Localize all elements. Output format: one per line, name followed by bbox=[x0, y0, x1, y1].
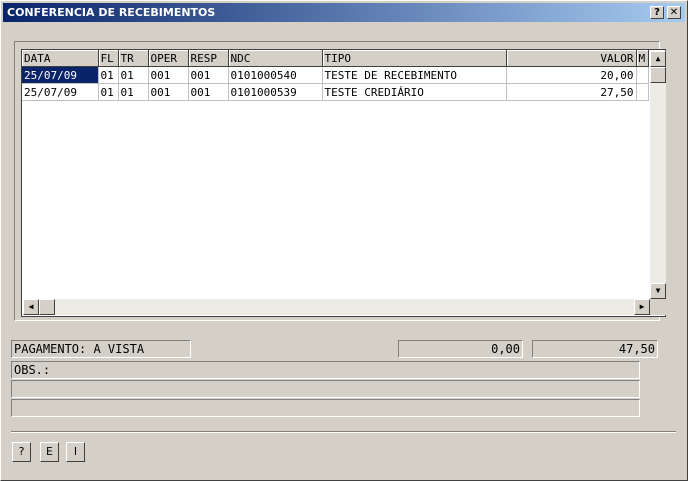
cell-oper[interactable]: 001 bbox=[148, 66, 189, 84]
cell-tipo[interactable]: TESTE CREDIÁRIO bbox=[322, 83, 507, 101]
cell-tr[interactable]: 01 bbox=[118, 66, 149, 84]
cell-m[interactable] bbox=[636, 66, 649, 84]
scroll-left-icon[interactable]: ◀ bbox=[23, 299, 39, 315]
cell-tipo[interactable]: TESTE DE RECEBIMENTO bbox=[322, 66, 507, 84]
cell-fl[interactable]: 01 bbox=[98, 66, 119, 84]
col-header-tr[interactable]: TR bbox=[118, 50, 149, 67]
cell-data[interactable]: 25/07/09 bbox=[22, 83, 99, 101]
obs-line-2[interactable] bbox=[11, 380, 640, 398]
e-button[interactable]: E bbox=[40, 442, 59, 462]
cell-data[interactable]: 25/07/09 bbox=[22, 66, 99, 84]
col-header-fl[interactable]: FL bbox=[98, 50, 119, 67]
grid-header: DATA FL TR OPER RESP NDC TIPO VALOR M bbox=[22, 50, 649, 67]
cell-valor[interactable]: 20,00 bbox=[506, 66, 637, 84]
cell-m[interactable] bbox=[636, 83, 649, 101]
table-row[interactable]: 25/07/09 01 01 001 001 0101000539 TESTE … bbox=[22, 83, 649, 101]
scrollbar-corner bbox=[650, 299, 666, 315]
scroll-up-icon[interactable]: ▲ bbox=[650, 51, 666, 67]
cell-valor[interactable]: 27,50 bbox=[506, 83, 637, 101]
horizontal-scrollbar[interactable]: ◀ ▶ bbox=[23, 299, 650, 315]
receipts-grid[interactable]: DATA FL TR OPER RESP NDC TIPO VALOR M 25… bbox=[21, 49, 666, 317]
cell-ndc[interactable]: 0101000539 bbox=[228, 83, 323, 101]
receipts-table: DATA FL TR OPER RESP NDC TIPO VALOR M 25… bbox=[22, 50, 649, 101]
col-header-tipo[interactable]: TIPO bbox=[322, 50, 507, 67]
col-header-ndc[interactable]: NDC bbox=[228, 50, 323, 67]
help-button[interactable]: ? bbox=[12, 442, 31, 462]
col-header-resp[interactable]: RESP bbox=[188, 50, 229, 67]
total-field: 47,50 bbox=[532, 340, 658, 358]
window-title: CONFERENCIA DE RECEBIMENTOS bbox=[7, 6, 216, 19]
cell-fl[interactable]: 01 bbox=[98, 83, 119, 101]
title-bar: CONFERENCIA DE RECEBIMENTOS ? ✕ bbox=[3, 3, 685, 22]
horizontal-scroll-thumb[interactable] bbox=[39, 299, 55, 315]
help-title-button[interactable]: ? bbox=[650, 6, 664, 19]
vertical-scrollbar[interactable]: ▲ ▼ bbox=[650, 51, 666, 299]
scroll-right-icon[interactable]: ▶ bbox=[634, 299, 650, 315]
col-header-oper[interactable]: OPER bbox=[148, 50, 189, 67]
payment-field: PAGAMENTO: A VISTA bbox=[11, 340, 191, 358]
cell-ndc[interactable]: 0101000540 bbox=[228, 66, 323, 84]
main-window: CONFERENCIA DE RECEBIMENTOS ? ✕ DATA FL … bbox=[0, 0, 688, 481]
scroll-down-icon[interactable]: ▼ bbox=[650, 283, 666, 299]
vertical-scroll-thumb[interactable] bbox=[650, 67, 666, 83]
col-header-m[interactable]: M bbox=[636, 50, 649, 67]
obs-field[interactable]: OBS.: bbox=[11, 361, 640, 379]
col-header-valor[interactable]: VALOR bbox=[506, 50, 637, 67]
table-row[interactable]: 25/07/09 01 01 001 001 0101000540 TESTE … bbox=[22, 66, 649, 84]
cell-tr[interactable]: 01 bbox=[118, 83, 149, 101]
obs-line-3[interactable] bbox=[11, 399, 640, 417]
i-button[interactable]: I bbox=[66, 442, 85, 462]
cell-resp[interactable]: 001 bbox=[188, 66, 229, 84]
col-header-data[interactable]: DATA bbox=[22, 50, 99, 67]
separator bbox=[11, 431, 676, 433]
cell-oper[interactable]: 001 bbox=[148, 83, 189, 101]
close-button[interactable]: ✕ bbox=[667, 6, 681, 19]
value-field-1: 0,00 bbox=[398, 340, 523, 358]
cell-resp[interactable]: 001 bbox=[188, 83, 229, 101]
